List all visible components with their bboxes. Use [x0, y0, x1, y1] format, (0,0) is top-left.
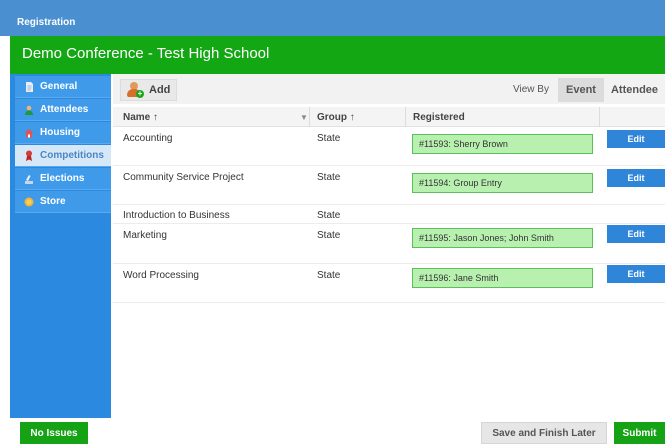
- view-tab-event[interactable]: Event: [558, 78, 604, 102]
- view-tab-attendee[interactable]: Attendee: [604, 78, 665, 102]
- edit-button[interactable]: Edit: [607, 169, 665, 187]
- main-panel: + Add View By Event Attendee Name ↑ ▼ Gr…: [113, 74, 665, 418]
- table-row: Introduction to Business State: [113, 206, 665, 224]
- submit-button[interactable]: Submit: [614, 422, 665, 444]
- column-header-name[interactable]: Name ↑: [123, 112, 158, 123]
- add-button-label: Add: [149, 84, 171, 96]
- edit-button[interactable]: Edit: [607, 130, 665, 148]
- sidebar-item-competitions[interactable]: Competitions: [15, 145, 111, 167]
- sidebar-item-attendees[interactable]: Attendees: [15, 99, 111, 121]
- conference-header: Demo Conference - Test High School: [10, 36, 665, 74]
- toolbar: + Add View By Event Attendee: [113, 74, 665, 104]
- footer-bar: No Issues Save and Finish Later Submit: [0, 418, 665, 446]
- document-icon: [24, 81, 34, 92]
- registered-entry[interactable]: #11595: Jason Jones; John Smith: [412, 228, 593, 248]
- event-name: Word Processing: [123, 270, 199, 281]
- table-row: Word Processing State #11596: Jane Smith…: [113, 265, 665, 303]
- sidebar-item-label: Store: [40, 196, 66, 207]
- registered-entry[interactable]: #11594: Group Entry: [412, 173, 593, 193]
- sidebar-item-label: Elections: [40, 173, 85, 184]
- table-row: Community Service Project State #11594: …: [113, 167, 665, 205]
- event-group: State: [317, 172, 341, 183]
- registered-entry[interactable]: #11593: Sherry Brown: [412, 134, 593, 154]
- event-name: Marketing: [123, 230, 167, 241]
- registered-entry[interactable]: #11596: Jane Smith: [412, 268, 593, 288]
- person-icon: [24, 105, 34, 115]
- add-person-icon: +: [127, 82, 144, 98]
- sidebar-item-label: General: [40, 81, 78, 92]
- chevron-down-icon[interactable]: ▼: [299, 107, 309, 127]
- sidebar-item-general[interactable]: General: [15, 76, 111, 98]
- edit-button[interactable]: Edit: [607, 265, 665, 283]
- event-name: Community Service Project: [123, 172, 244, 183]
- ribbon-icon: [24, 150, 34, 161]
- table-row: Accounting State #11593: Sherry Brown Ed…: [113, 128, 665, 166]
- event-group: State: [317, 133, 341, 144]
- house-icon: [24, 128, 34, 138]
- column-header-registered[interactable]: Registered: [413, 112, 465, 123]
- no-issues-button[interactable]: No Issues: [20, 422, 88, 444]
- view-by-label: View By: [513, 84, 549, 95]
- sidebar-item-store[interactable]: Store: [15, 191, 111, 213]
- window-title: Registration: [17, 17, 76, 28]
- column-header-group[interactable]: Group ↑: [317, 112, 355, 123]
- sidebar-item-elections[interactable]: Elections: [15, 168, 111, 190]
- table-row: Marketing State #11595: Jason Jones; Joh…: [113, 225, 665, 264]
- sidebar: General Attendees Housing Competitions E…: [10, 74, 111, 418]
- edit-button[interactable]: Edit: [607, 225, 665, 243]
- event-group: State: [317, 210, 341, 221]
- sidebar-item-housing[interactable]: Housing: [15, 122, 111, 144]
- add-button[interactable]: + Add: [120, 79, 177, 101]
- save-and-finish-later-button[interactable]: Save and Finish Later: [481, 422, 607, 444]
- event-name: Accounting: [123, 133, 173, 144]
- conference-title: Demo Conference - Test High School: [22, 45, 270, 62]
- coin-icon: [24, 197, 34, 207]
- sidebar-item-label: Attendees: [40, 104, 89, 115]
- window-title-bar: Registration: [0, 0, 665, 36]
- sidebar-item-label: Housing: [40, 127, 80, 138]
- event-group: State: [317, 270, 341, 281]
- event-group: State: [317, 230, 341, 241]
- event-name: Introduction to Business: [123, 210, 230, 221]
- sidebar-item-label: Competitions: [40, 150, 104, 161]
- vote-icon: [24, 174, 34, 184]
- table-header: Name ↑ ▼ Group ↑ Registered: [113, 107, 665, 127]
